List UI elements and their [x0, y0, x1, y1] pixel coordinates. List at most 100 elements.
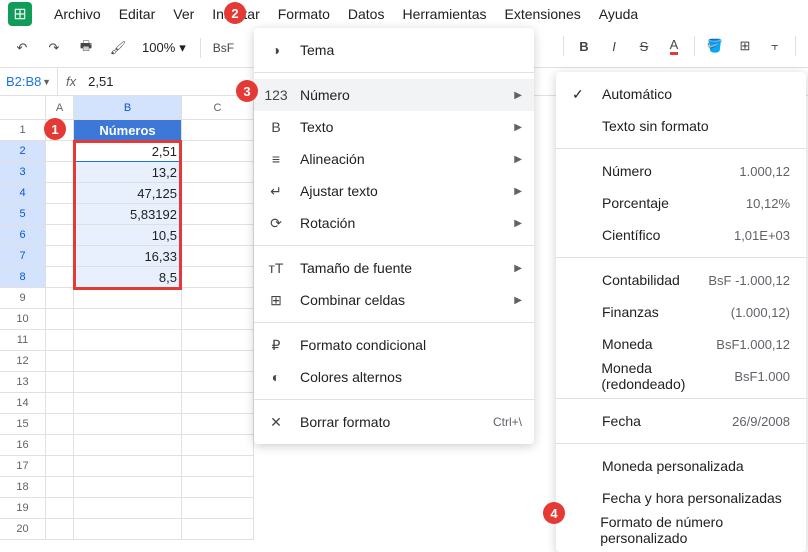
number-submenu-item[interactable]: Científico1,01E+03 — [556, 219, 806, 251]
cell[interactable] — [46, 246, 74, 267]
cell[interactable] — [46, 372, 74, 393]
number-submenu-item[interactable]: Texto sin formato — [556, 110, 806, 142]
menu-datos[interactable]: Datos — [340, 2, 393, 26]
cell[interactable] — [46, 414, 74, 435]
cell[interactable]: 13,2 — [74, 162, 182, 183]
cell[interactable] — [46, 498, 74, 519]
cell[interactable] — [46, 330, 74, 351]
cell[interactable] — [182, 351, 254, 372]
sheets-logo[interactable] — [8, 2, 32, 26]
format-menu-item[interactable]: ₽Formato condicional — [254, 329, 534, 361]
name-box[interactable]: B2:B8 ▼ — [0, 68, 58, 95]
cell[interactable] — [182, 183, 254, 204]
cell[interactable] — [74, 435, 182, 456]
cell[interactable] — [182, 225, 254, 246]
redo-button[interactable]: ↷ — [40, 34, 68, 62]
cell[interactable] — [182, 162, 254, 183]
cell[interactable] — [46, 225, 74, 246]
cell[interactable] — [182, 246, 254, 267]
cell[interactable] — [74, 477, 182, 498]
italic-button[interactable]: I — [600, 32, 628, 60]
cell[interactable] — [182, 309, 254, 330]
number-submenu-item[interactable]: Moneda personalizada — [556, 450, 806, 482]
cell[interactable] — [182, 498, 254, 519]
menu-editar[interactable]: Editar — [111, 2, 164, 26]
cell[interactable]: 8,5 — [74, 267, 182, 288]
row-header[interactable]: 10 — [0, 309, 46, 330]
format-menu-item[interactable]: ↵Ajustar texto▶ — [254, 175, 534, 207]
cell[interactable] — [46, 309, 74, 330]
number-submenu-item[interactable]: ContabilidadBsF -1.000,12 — [556, 264, 806, 296]
row-header[interactable]: 4 — [0, 183, 46, 204]
cell[interactable] — [46, 435, 74, 456]
cell[interactable] — [74, 393, 182, 414]
number-submenu-item[interactable]: Moneda (redondeado)BsF1.000 — [556, 360, 806, 392]
cell[interactable] — [182, 435, 254, 456]
format-menu-item[interactable]: BTexto▶ — [254, 111, 534, 143]
number-submenu-item[interactable]: Porcentaje10,12% — [556, 187, 806, 219]
cell[interactable] — [46, 141, 74, 162]
menu-formato[interactable]: Formato — [270, 2, 338, 26]
row-header[interactable]: 6 — [0, 225, 46, 246]
cell[interactable]: 16,33 — [74, 246, 182, 267]
cell[interactable] — [46, 477, 74, 498]
undo-button[interactable]: ↶ — [8, 34, 36, 62]
number-submenu-item[interactable]: Formato de número personalizado — [556, 514, 806, 546]
cell[interactable] — [46, 519, 74, 540]
cell[interactable] — [74, 288, 182, 309]
menu-herramientas[interactable]: Herramientas — [394, 2, 494, 26]
menu-ayuda[interactable]: Ayuda — [591, 2, 646, 26]
cell[interactable] — [74, 414, 182, 435]
cell[interactable] — [182, 120, 254, 141]
number-submenu-item[interactable]: Finanzas(1.000,12) — [556, 296, 806, 328]
formula-input[interactable]: 2,51 — [84, 74, 117, 89]
zoom-select[interactable]: 100% ▾ — [136, 40, 192, 56]
cell[interactable] — [74, 330, 182, 351]
format-menu-item[interactable]: ◑Tema — [254, 34, 534, 66]
cell[interactable] — [74, 519, 182, 540]
format-menu-item[interactable]: ⟳Rotación▶ — [254, 207, 534, 239]
cell[interactable] — [46, 183, 74, 204]
row-header[interactable]: 15 — [0, 414, 46, 435]
text-color-button[interactable]: A — [660, 32, 688, 60]
number-submenu-item[interactable]: Número1.000,12 — [556, 155, 806, 187]
cell[interactable]: Números — [74, 120, 182, 141]
cell[interactable]: 47,125 — [74, 183, 182, 204]
number-submenu-item[interactable]: Fecha26/9/2008 — [556, 405, 806, 437]
number-submenu-item[interactable]: ✓Automático — [556, 78, 806, 110]
row-header[interactable]: 14 — [0, 393, 46, 414]
cell[interactable]: 10,5 — [74, 225, 182, 246]
row-header[interactable]: 2 — [0, 141, 46, 162]
paint-format-button[interactable]: 🖌 — [104, 34, 132, 62]
bold-button[interactable]: B — [570, 32, 598, 60]
row-header[interactable]: 18 — [0, 477, 46, 498]
row-header[interactable]: 1 — [0, 120, 46, 141]
row-header[interactable]: 8 — [0, 267, 46, 288]
cell[interactable] — [182, 372, 254, 393]
cell[interactable] — [74, 498, 182, 519]
row-header[interactable]: 5 — [0, 204, 46, 225]
cell[interactable] — [182, 477, 254, 498]
format-menu-item[interactable]: ✕Borrar formatoCtrl+\ — [254, 406, 534, 438]
cell[interactable] — [182, 141, 254, 162]
select-all-corner[interactable] — [0, 96, 46, 120]
strike-button[interactable]: S — [630, 32, 658, 60]
row-header[interactable]: 11 — [0, 330, 46, 351]
cell[interactable] — [182, 267, 254, 288]
col-header-b[interactable]: B — [74, 96, 182, 120]
row-header[interactable]: 16 — [0, 435, 46, 456]
cell[interactable] — [46, 267, 74, 288]
number-submenu-item[interactable]: MonedaBsF1.000,12 — [556, 328, 806, 360]
cell[interactable] — [46, 351, 74, 372]
cell[interactable] — [46, 204, 74, 225]
cell[interactable] — [182, 288, 254, 309]
row-header[interactable]: 7 — [0, 246, 46, 267]
cell[interactable]: 5,83192 — [74, 204, 182, 225]
cell[interactable] — [74, 456, 182, 477]
menu-ver[interactable]: Ver — [165, 2, 202, 26]
borders-button[interactable]: ⊞ — [731, 32, 759, 60]
format-menu-item[interactable]: ◐Colores alternos — [254, 361, 534, 393]
fill-color-button[interactable]: 🪣 — [701, 32, 729, 60]
row-header[interactable]: 17 — [0, 456, 46, 477]
cell[interactable] — [182, 393, 254, 414]
